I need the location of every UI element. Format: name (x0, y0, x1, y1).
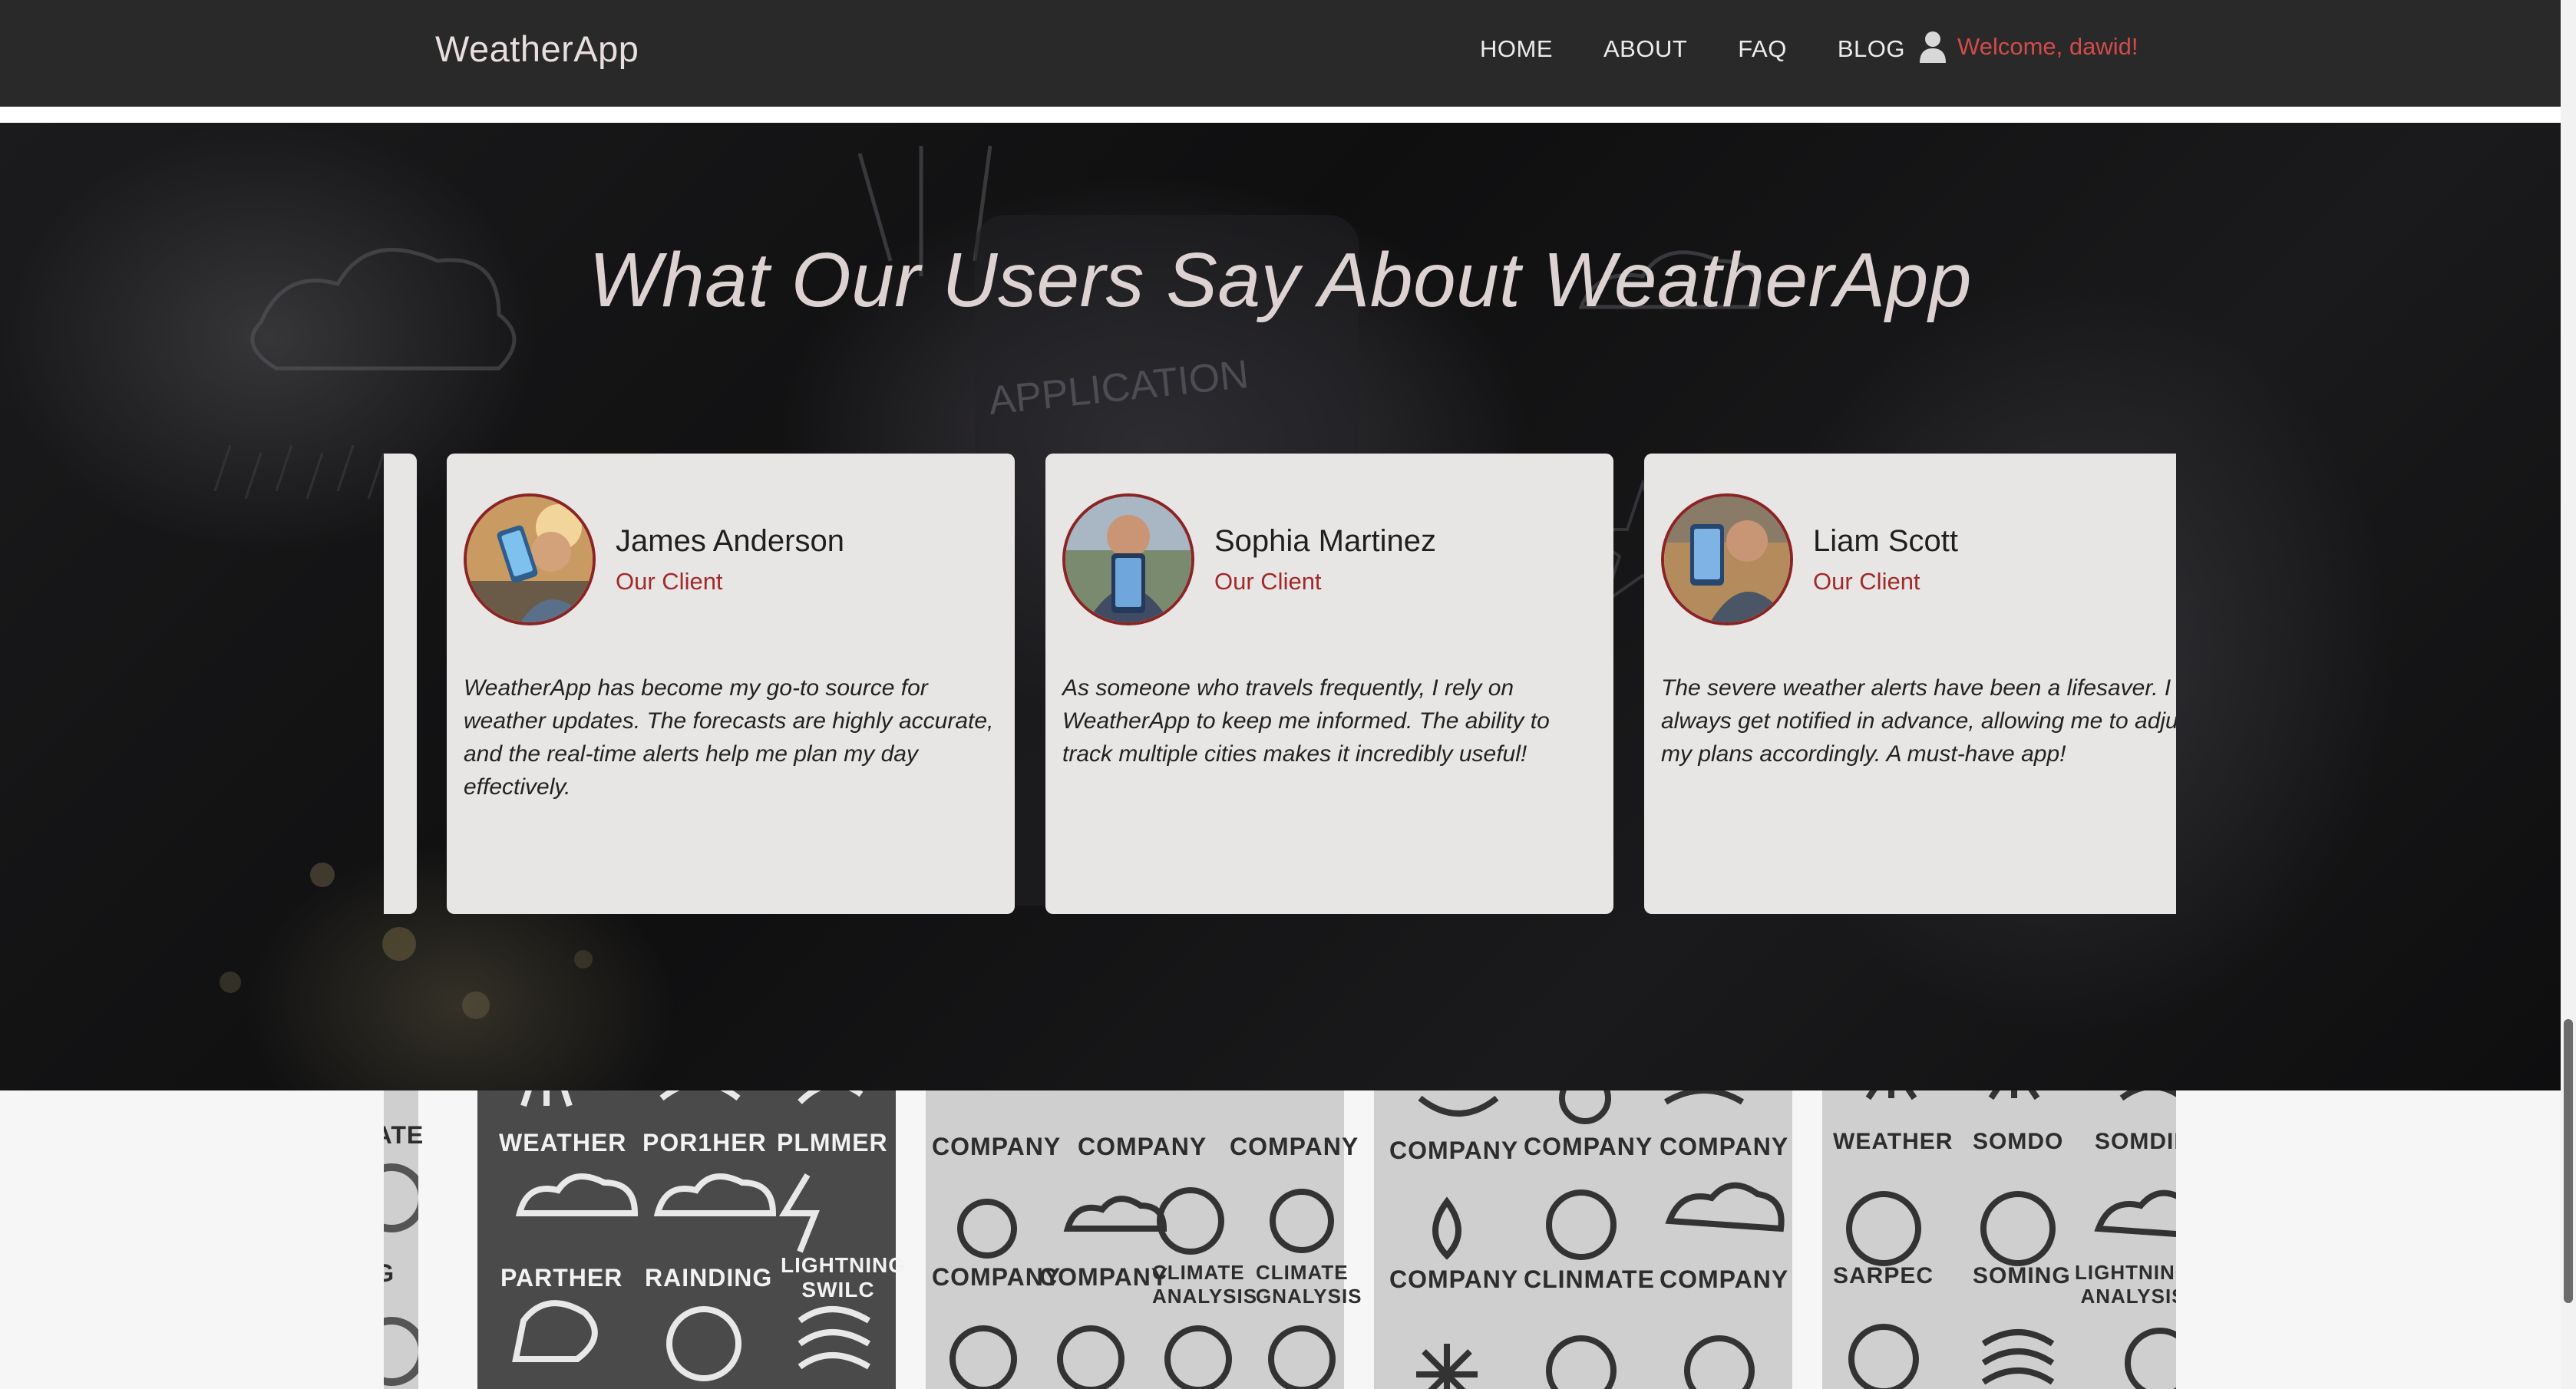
client-role: Our Client (616, 567, 723, 595)
testimonial-card: Sophia Martinez Our Client As someone wh… (1045, 454, 1613, 914)
section-title: What Our Users Say About WeatherApp (589, 237, 1972, 323)
brand-logo[interactable]: WeatherApp (435, 28, 639, 70)
nav-blog[interactable]: BLOG (1838, 35, 1905, 63)
welcome-text: Welcome, dawid! (1957, 33, 2138, 60)
testimonial-quote: d ! (384, 711, 449, 777)
client-name: Liam Scott (1813, 523, 1958, 558)
avatar (1062, 493, 1194, 625)
testimonial-carousel[interactable]: d ! James Anderson Our (384, 454, 2176, 914)
top-navbar: WeatherApp HOME ABOUT FAQ BLOG Welcome, … (0, 0, 2561, 109)
nav-home[interactable]: HOME (1480, 35, 1553, 63)
client-role: Our Client (1813, 567, 1920, 595)
nav-about[interactable]: ABOUT (1603, 35, 1687, 63)
testimonial-card: James Anderson Our Client WeatherApp has… (447, 454, 1015, 914)
client-name: James Anderson (616, 523, 844, 558)
user-menu[interactable]: Welcome, dawid! (1919, 31, 2138, 63)
user-icon (1920, 31, 1946, 63)
scrollbar-thumb[interactable] (2564, 1019, 2573, 1303)
avatar (1661, 493, 1793, 625)
nav-links: HOME ABOUT FAQ BLOG (1480, 35, 1905, 63)
testimonial-quote: As someone who travels frequently, I rel… (1062, 675, 1550, 767)
nav-faq[interactable]: FAQ (1738, 35, 1787, 63)
testimonials-section: APPLICATION What Our Users Say About Wea… (0, 123, 2561, 1090)
partner-logo-image: MPATE NDG (384, 1090, 423, 1389)
nav-divider (0, 107, 2561, 123)
testimonial-quote: The severe weather alerts have been a li… (1661, 675, 2176, 767)
avatar (464, 493, 596, 625)
page-scrollbar[interactable] (2561, 0, 2576, 1389)
client-name: Sophia Martinez (1214, 523, 1437, 558)
partner-logo-image: COMPANY COMPANY COMPANY COMPANY COMPANY … (926, 1090, 1362, 1389)
testimonial-card: d ! (384, 454, 417, 914)
client-role: Our Client (1214, 567, 1322, 595)
testimonial-card: Liam Scott Our Client The severe weather… (1644, 454, 2176, 914)
partner-logos-strip: MPATE NDG WEATHER POR1HER PLMMER PARTHER… (384, 1090, 2176, 1389)
testimonial-quote: WeatherApp has become my go-to source fo… (464, 675, 994, 800)
partner-logo-image: WEATHER POR1HER PLMMER PARTHER RAINDING … (477, 1090, 905, 1389)
partner-logo-image: COMPANY COMPANY COMPANY COMPANY CLINMATE… (1374, 1090, 1792, 1389)
partner-logo-image: WEATHER SOMDO SOMDINC SARPEC SOMING LIGH… (1822, 1090, 2176, 1389)
